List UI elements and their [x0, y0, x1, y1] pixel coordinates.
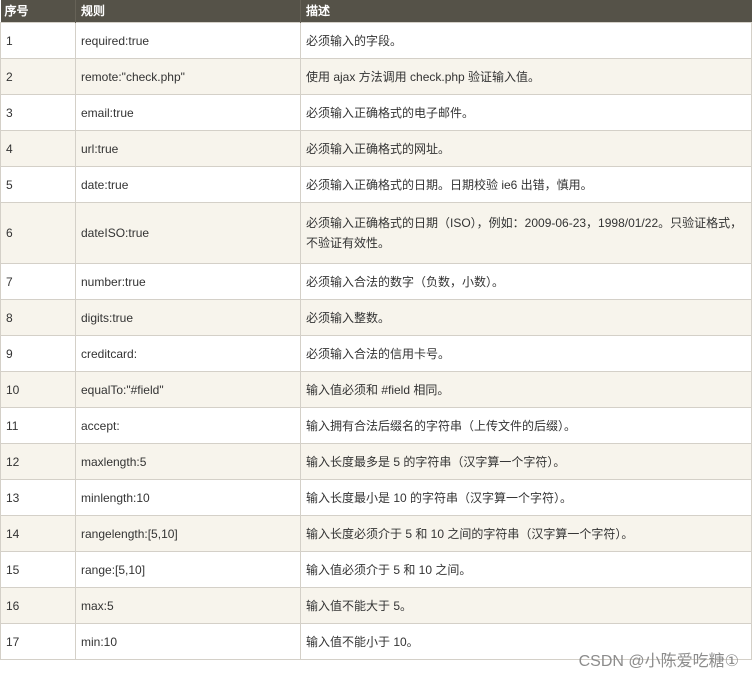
cell-desc: 输入值不能大于 5。 [300, 587, 752, 624]
cell-desc: 必须输入整数。 [300, 299, 752, 336]
cell-num: 10 [0, 371, 76, 408]
cell-num: 2 [0, 58, 76, 95]
cell-rule: number:true [75, 263, 301, 300]
cell-num: 3 [0, 94, 76, 131]
cell-num: 13 [0, 479, 76, 516]
cell-rule: range:[5,10] [75, 551, 301, 588]
cell-rule: max:5 [75, 587, 301, 624]
cell-rule: email:true [75, 94, 301, 131]
table-row: 6 dateISO:true 必须输入正确格式的日期（ISO），例如：2009-… [0, 202, 752, 264]
table-row: 8 digits:true 必须输入整数。 [0, 299, 752, 336]
table-row: 7 number:true 必须输入合法的数字（负数，小数）。 [0, 263, 752, 300]
cell-desc: 输入长度最小是 10 的字符串（汉字算一个字符）。 [300, 479, 752, 516]
cell-rule: equalTo:"#field" [75, 371, 301, 408]
cell-desc: 输入长度必须介于 5 和 10 之间的字符串（汉字算一个字符）。 [300, 515, 752, 552]
watermark: CSDN @小陈爱吃糖① [578, 653, 739, 670]
cell-num: 15 [0, 551, 76, 588]
cell-rule: creditcard: [75, 335, 301, 372]
cell-num: 14 [0, 515, 76, 552]
cell-rule: required:true [75, 22, 301, 59]
cell-rule: date:true [75, 166, 301, 203]
table-row: 11 accept: 输入拥有合法后缀名的字符串（上传文件的后缀）。 [0, 407, 752, 444]
validation-rules-table: 序号 规则 描述 1 required:true 必须输入的字段。 2 remo… [0, 0, 752, 660]
cell-desc: 输入值必须介于 5 和 10 之间。 [300, 551, 752, 588]
cell-rule: minlength:10 [75, 479, 301, 516]
cell-desc: 输入值必须和 #field 相同。 [300, 371, 752, 408]
table-body: 1 required:true 必须输入的字段。 2 remote:"check… [0, 22, 752, 660]
table-row: 9 creditcard: 必须输入合法的信用卡号。 [0, 335, 752, 372]
cell-rule: dateISO:true [75, 202, 301, 264]
table-row: 5 date:true 必须输入正确格式的日期。日期校验 ie6 出错，慎用。 [0, 166, 752, 203]
header-row: 序号 规则 描述 [0, 0, 752, 23]
cell-rule: maxlength:5 [75, 443, 301, 480]
cell-rule: rangelength:[5,10] [75, 515, 301, 552]
cell-desc: 输入长度最多是 5 的字符串（汉字算一个字符）。 [300, 443, 752, 480]
header-num: 序号 [0, 0, 76, 23]
cell-num: 4 [0, 130, 76, 167]
table-row: 10 equalTo:"#field" 输入值必须和 #field 相同。 [0, 371, 752, 408]
header-desc: 描述 [306, 4, 331, 18]
cell-num: 12 [0, 443, 76, 480]
cell-num: 7 [0, 263, 76, 300]
cell-num: 16 [0, 587, 76, 624]
cell-desc: 使用 ajax 方法调用 check.php 验证输入值。 [300, 58, 752, 95]
table-row: 15 range:[5,10] 输入值必须介于 5 和 10 之间。 [0, 551, 752, 588]
cell-num: 11 [0, 407, 76, 444]
header-rule: 规则 [75, 0, 301, 23]
cell-desc: 必须输入合法的数字（负数，小数）。 [300, 263, 752, 300]
table-row: 13 minlength:10 输入长度最小是 10 的字符串（汉字算一个字符）… [0, 479, 752, 516]
table-row: 4 url:true 必须输入正确格式的网址。 [0, 130, 752, 167]
cell-desc: 必须输入合法的信用卡号。 [300, 335, 752, 372]
cell-num: 6 [0, 202, 76, 264]
cell-num: 5 [0, 166, 76, 203]
cell-rule: url:true [75, 130, 301, 167]
table-row: 2 remote:"check.php" 使用 ajax 方法调用 check.… [0, 58, 752, 95]
cell-desc: 必须输入正确格式的电子邮件。 [300, 94, 752, 131]
cell-num: 17 [0, 623, 76, 660]
cell-desc: 必须输入正确格式的日期。日期校验 ie6 出错，慎用。 [300, 166, 752, 203]
table-row: 16 max:5 输入值不能大于 5。 [0, 587, 752, 624]
cell-num: 9 [0, 335, 76, 372]
cell-rule: accept: [75, 407, 301, 444]
table-row: 14 rangelength:[5,10] 输入长度必须介于 5 和 10 之间… [0, 515, 752, 552]
cell-desc: 必须输入正确格式的网址。 [300, 130, 752, 167]
table-row: 1 required:true 必须输入的字段。 [0, 22, 752, 59]
table-row: 12 maxlength:5 输入长度最多是 5 的字符串（汉字算一个字符）。 [0, 443, 752, 480]
cell-desc: 必须输入的字段。 [300, 22, 752, 59]
cell-rule: remote:"check.php" [75, 58, 301, 95]
cell-rule: min:10 [75, 623, 301, 660]
cell-desc: 必须输入正确格式的日期（ISO），例如：2009-06-23，1998/01/2… [300, 202, 752, 264]
cell-desc: 输入拥有合法后缀名的字符串（上传文件的后缀）。 [300, 407, 752, 444]
table-header: 序号 规则 描述 [0, 0, 752, 23]
cell-rule: digits:true [75, 299, 301, 336]
cell-num: 1 [0, 22, 76, 59]
table-row: 3 email:true 必须输入正确格式的电子邮件。 [0, 94, 752, 131]
cell-num: 8 [0, 299, 76, 336]
